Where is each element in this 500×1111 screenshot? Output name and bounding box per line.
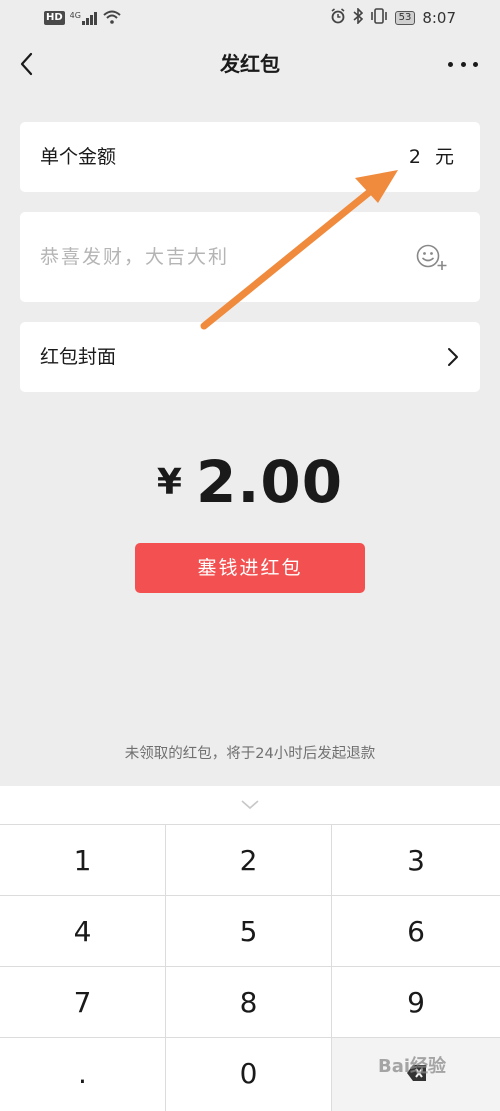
message-input[interactable]: 恭喜发财，大吉大利 [40,212,229,302]
emoji-add-icon[interactable] [416,243,448,271]
key-5[interactable]: 5 [166,896,332,967]
total-amount: ¥2.00 [0,448,500,516]
page-title: 发红包 [220,52,280,76]
send-red-packet-button[interactable]: 塞钱进红包 [135,543,365,593]
key-2[interactable]: 2 [166,825,332,896]
key-8[interactable]: 8 [166,967,332,1038]
chevron-right-icon [446,346,460,368]
wifi-icon [103,9,121,28]
key-0[interactable]: 0 [166,1038,332,1111]
nav-bar: 发红包 [0,36,500,92]
key-7[interactable]: 7 [0,967,166,1038]
alarm-icon [330,8,346,28]
key-9[interactable]: 9 [332,967,500,1038]
currency-symbol: ¥ [156,461,182,503]
key-dot[interactable]: . [0,1038,166,1111]
signal-icon: 4G [70,11,98,25]
message-row[interactable]: 恭喜发财，大吉大利 [20,212,480,302]
key-3[interactable]: 3 [332,825,500,896]
refund-note: 未领取的红包，将于24小时后发起退款 [124,746,376,762]
clock-time: 8:07 [422,9,456,27]
amount-input[interactable]: 2 元 [409,122,458,192]
total-value: 2.00 [195,448,344,516]
bluetooth-icon [353,7,363,28]
amount-row[interactable]: 单个金额 2 元 [20,122,480,192]
cover-label: 红包封面 [40,346,117,368]
chevron-down-icon [241,800,259,810]
key-4[interactable]: 4 [0,896,166,967]
key-6[interactable]: 6 [332,896,500,967]
signal-text: 4G [69,11,81,20]
more-icon[interactable] [448,50,478,78]
key-1[interactable]: 1 [0,825,166,896]
vibrate-icon [370,8,388,28]
amount-label: 单个金额 [40,146,117,168]
status-bar: HD 4G 53 8:07 [0,0,500,36]
watermark-logo: Bai经验 [378,1056,447,1077]
battery-icon: 53 [394,11,416,25]
hd-badge: HD [44,11,65,25]
cover-row[interactable]: 红包封面 [20,322,480,392]
keyboard-collapse[interactable] [0,786,500,825]
